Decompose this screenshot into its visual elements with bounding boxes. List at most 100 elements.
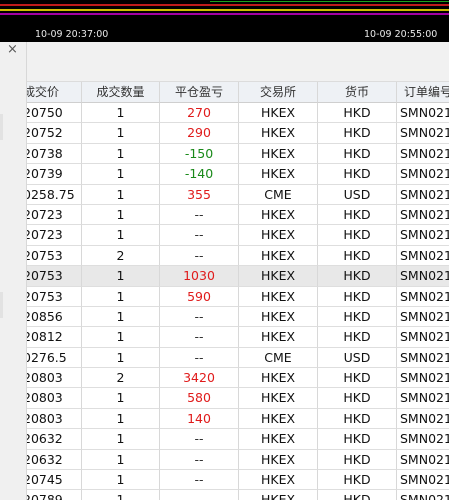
cell-currency: HKD [318, 103, 397, 124]
cell-qty: 1 [82, 143, 160, 165]
cell-exchange: HKEX [239, 368, 318, 389]
cell-exchange: HKEX [239, 388, 318, 409]
side-panel: × [0, 42, 27, 500]
col-header-currency[interactable]: 货币 [318, 82, 397, 103]
cell-exchange: HKEX [239, 408, 318, 430]
cell-price: 0276.5 [27, 347, 82, 369]
table-row[interactable]: 206321--HKEXHKDSMN0213 [27, 429, 449, 450]
cell-pnl: -- [160, 490, 239, 500]
cell-pnl: 590 [160, 286, 239, 307]
cell-currency: HKD [318, 123, 397, 144]
cell-qty: 1 [82, 266, 160, 287]
cell-order-id: SMN0213 [397, 123, 449, 144]
cell-exchange: HKEX [239, 429, 318, 450]
chart-time-right: 10-09 20:55:00 [364, 29, 438, 40]
table-row[interactable]: 0276.51--CMEUSDSMN0213 [27, 347, 449, 369]
chart-line-magenta [0, 13, 449, 15]
table-row[interactable]: 207231--HKEXHKDSMN0213 [27, 204, 449, 226]
chart-line-green [210, 1, 449, 2]
table-body: 207501270HKEXHKDSMN0213207521290HKEXHKDS… [27, 103, 449, 500]
cell-qty: 1 [82, 286, 160, 307]
cell-order-id: SMN0213 [397, 307, 449, 328]
cell-order-id: SMN0213 [397, 429, 449, 450]
table-row[interactable]: 208031140HKEXHKDSMN0213 [27, 408, 449, 430]
cell-price: 20812 [27, 327, 82, 348]
cell-pnl: 3420 [160, 368, 239, 389]
cell-qty: 1 [82, 164, 160, 185]
table-row[interactable]: 207531590HKEXHKDSMN0213 [27, 286, 449, 307]
table-row[interactable]: 207891--HKEXHKDSMN0213 [27, 490, 449, 500]
table-row[interactable]: 0258.751355CMEUSDSMN0213 [27, 184, 449, 205]
cell-pnl: -150 [160, 143, 239, 165]
cell-exchange: HKEX [239, 490, 318, 500]
col-header-qty[interactable]: 成交数量 [82, 82, 160, 103]
cell-order-id: SMN0213 [397, 103, 449, 124]
cell-pnl: 270 [160, 103, 239, 124]
cell-order-id: SMN0213 [397, 185, 449, 205]
col-header-order-id[interactable]: 订单编号 [397, 82, 449, 103]
cell-order-id: SMN0213 [397, 225, 449, 246]
cell-qty: 1 [82, 327, 160, 348]
table-row[interactable]: 207381-150HKEXHKDSMN0213 [27, 143, 449, 165]
cell-order-id: SMN0213 [397, 266, 449, 287]
table-row[interactable]: 208561--HKEXHKDSMN0213 [27, 306, 449, 328]
cell-price: 20753 [27, 286, 82, 307]
cell-pnl: 1030 [160, 266, 239, 287]
table-row[interactable]: 207532--HKEXHKDSMN0213 [27, 245, 449, 267]
cell-order-id: SMN0213 [397, 144, 449, 165]
cell-exchange: HKEX [239, 245, 318, 267]
cell-price: 20738 [27, 143, 82, 165]
cell-qty: 1 [82, 225, 160, 246]
cell-pnl: -- [160, 470, 239, 491]
chart-line-yellow [0, 9, 449, 11]
cell-exchange: HKEX [239, 470, 318, 491]
cell-exchange: HKEX [239, 123, 318, 144]
cell-currency: HKD [318, 327, 397, 348]
cell-qty: 1 [82, 204, 160, 226]
cell-price: 20745 [27, 470, 82, 491]
cell-pnl: 140 [160, 408, 239, 430]
cell-qty: 1 [82, 184, 160, 205]
table-row[interactable]: 206321--HKEXHKDSMN0213 [27, 449, 449, 471]
cell-exchange: HKEX [239, 306, 318, 328]
table-row[interactable]: 208121--HKEXHKDSMN0213 [27, 327, 449, 348]
table-row[interactable]: 2075311030HKEXHKDSMN0213 [27, 266, 449, 287]
table-row[interactable]: 207231--HKEXHKDSMN0213 [27, 225, 449, 246]
col-header-price[interactable]: 成交价 [27, 82, 82, 103]
cell-exchange: HKEX [239, 327, 318, 348]
cell-pnl: -- [160, 347, 239, 369]
cell-currency: HKD [318, 368, 397, 389]
table-row[interactable]: 207391-140HKEXHKDSMN0213 [27, 164, 449, 185]
cell-pnl: -140 [160, 164, 239, 185]
close-icon[interactable]: × [7, 43, 18, 57]
trade-records-panel: 成交价 成交数量 平仓盈亏 交易所 货币 订单编号 207501270HKEXH… [27, 42, 449, 500]
table-row[interactable]: 207501270HKEXHKDSMN0213 [27, 103, 449, 124]
cell-exchange: HKEX [239, 266, 318, 287]
cell-pnl: -- [160, 204, 239, 226]
cell-exchange: HKEX [239, 164, 318, 185]
cell-order-id: SMN0213 [397, 368, 449, 389]
table-row[interactable]: 208031580HKEXHKDSMN0213 [27, 388, 449, 409]
cell-price: 20803 [27, 408, 82, 430]
cell-price: 20632 [27, 429, 82, 450]
cell-order-id: SMN0213 [397, 409, 449, 430]
table-header: 成交价 成交数量 平仓盈亏 交易所 货币 订单编号 [27, 82, 449, 103]
table-row[interactable]: 207521290HKEXHKDSMN0213 [27, 123, 449, 144]
cell-price: 20803 [27, 368, 82, 389]
cell-qty: 1 [82, 306, 160, 328]
side-panel-marker [0, 292, 3, 318]
cell-pnl: -- [160, 449, 239, 471]
col-header-pnl[interactable]: 平仓盈亏 [160, 82, 239, 103]
chart-line-red [0, 4, 449, 6]
table-row[interactable]: 207451--HKEXHKDSMN0213 [27, 470, 449, 491]
cell-currency: HKD [318, 408, 397, 430]
cell-order-id: SMN0213 [397, 327, 449, 348]
cell-qty: 2 [82, 368, 160, 389]
cell-qty: 1 [82, 490, 160, 500]
table-row[interactable]: 2080323420HKEXHKDSMN0213 [27, 368, 449, 389]
cell-qty: 1 [82, 103, 160, 124]
cell-currency: HKD [318, 164, 397, 185]
col-header-exchange[interactable]: 交易所 [239, 82, 318, 103]
cell-qty: 1 [82, 408, 160, 430]
cell-price: 20723 [27, 204, 82, 226]
